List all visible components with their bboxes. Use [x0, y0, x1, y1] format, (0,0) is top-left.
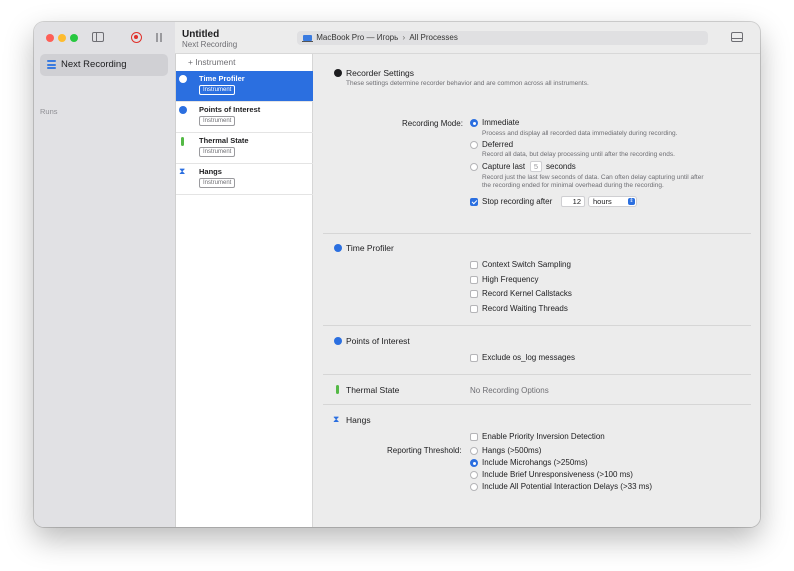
radio-hangs-500ms[interactable]	[470, 447, 478, 455]
exclude-os-log-label[interactable]: Exclude os_log messages	[482, 353, 575, 362]
laptop-icon	[302, 35, 313, 42]
minimize-window-button[interactable]	[58, 34, 66, 42]
hangs-500ms-label[interactable]: Hangs (>500ms)	[482, 446, 541, 455]
instrument-name: Thermal State	[199, 136, 249, 145]
sidebar-toggle-icon[interactable]	[92, 32, 104, 42]
immediate-label[interactable]: Immediate	[482, 118, 519, 127]
microhangs-250ms-label[interactable]: Include Microhangs (>250ms)	[482, 458, 588, 467]
target-process[interactable]: All Processes	[409, 33, 457, 42]
chevron-right-icon: ›	[402, 33, 406, 42]
instrument-name: Points of Interest	[199, 105, 261, 114]
all-interaction-delays-label[interactable]: Include All Potential Interaction Delays…	[482, 482, 652, 491]
stop-recording-after-checkbox[interactable]	[470, 198, 478, 206]
document-title: Untitled	[182, 29, 220, 40]
add-instrument-button[interactable]: + Instrument	[188, 57, 235, 67]
target-selector[interactable]: MacBook Pro — Игорь › All Processes	[297, 31, 708, 45]
brief-unresponsiveness-label[interactable]: Include Brief Unresponsiveness (>100 ms)	[482, 470, 633, 479]
time-profiler-icon	[334, 244, 342, 252]
instrument-name: Hangs	[199, 167, 222, 176]
instrument-tag: Instrument	[199, 178, 236, 188]
thermal-state-title: Thermal State	[346, 385, 400, 395]
settings-panel: Recorder Settings These settings determi…	[313, 54, 760, 527]
updown-chevron-icon: ⇕	[628, 198, 635, 205]
capture-last-unit: seconds	[546, 162, 576, 171]
radio-immediate[interactable]	[470, 119, 478, 127]
radio-microhangs-250ms[interactable]	[470, 459, 478, 467]
recorder-settings-title: Recorder Settings	[346, 68, 415, 78]
hourglass-icon: ⧗	[179, 166, 186, 176]
thermometer-icon	[181, 137, 184, 146]
close-window-button[interactable]	[46, 34, 54, 42]
capture-last-description-2: the recording ended for minimal overhead…	[482, 182, 664, 189]
instrument-row-thermal-state[interactable]: Thermal State Instrument	[176, 133, 313, 164]
radio-all-interaction-delays[interactable]	[470, 483, 478, 491]
record-button[interactable]	[131, 32, 142, 43]
instrument-row-points-of-interest[interactable]: Points of Interest Instrument	[176, 102, 313, 133]
target-device[interactable]: MacBook Pro — Игорь	[316, 33, 398, 42]
list-icon	[47, 60, 56, 69]
instrument-name: Time Profiler	[199, 74, 245, 83]
recording-mode-label: Recording Mode:	[402, 119, 463, 128]
record-kernel-callstacks-checkbox[interactable]	[470, 290, 478, 298]
no-recording-options: No Recording Options	[470, 386, 549, 395]
deferred-description: Record all data, but delay processing un…	[482, 151, 675, 158]
high-frequency-label[interactable]: High Frequency	[482, 275, 538, 284]
deferred-label[interactable]: Deferred	[482, 140, 513, 149]
points-of-interest-title: Points of Interest	[346, 336, 410, 346]
sidebar-item-next-recording[interactable]: Next Recording	[40, 54, 168, 76]
context-switch-sampling-label[interactable]: Context Switch Sampling	[482, 260, 571, 269]
priority-inversion-label[interactable]: Enable Priority Inversion Detection	[482, 432, 605, 441]
pause-button[interactable]	[155, 33, 163, 42]
document-subtitle: Next Recording	[182, 40, 238, 49]
instrument-row-hangs[interactable]: ⧗ Hangs Instrument	[176, 164, 313, 195]
instrument-tag: Instrument	[199, 85, 236, 95]
sidebar-item-label: Next Recording	[61, 59, 127, 70]
capture-last-seconds-field[interactable]: 5	[530, 161, 542, 172]
recorder-settings-description: These settings determine recorder behavi…	[346, 80, 589, 87]
sidebar: Next Recording Runs	[34, 54, 175, 527]
title-bar: Untitled Next Recording MacBook Pro — Иг…	[34, 22, 760, 54]
instrument-tag: Instrument	[199, 147, 236, 157]
hourglass-icon: ⧗	[333, 414, 340, 424]
stop-after-unit-popup[interactable]: hours ⇕	[588, 196, 637, 207]
exclude-os-log-checkbox[interactable]	[470, 354, 478, 362]
time-profiler-icon	[179, 75, 187, 83]
instrument-list: + Instrument Time Profiler Instrument Po…	[175, 54, 313, 527]
radio-deferred[interactable]	[470, 141, 478, 149]
zoom-window-button[interactable]	[70, 34, 78, 42]
priority-inversion-checkbox[interactable]	[470, 433, 478, 441]
recorder-icon	[334, 69, 342, 77]
stop-recording-after-label[interactable]: Stop recording after	[482, 197, 552, 206]
points-of-interest-icon	[179, 106, 187, 114]
time-profiler-title: Time Profiler	[346, 243, 394, 253]
points-of-interest-icon	[334, 337, 342, 345]
inspector-toggle-icon[interactable]	[731, 32, 743, 42]
stop-after-unit: hours	[593, 197, 612, 206]
runs-heading: Runs	[40, 107, 58, 116]
record-kernel-callstacks-label[interactable]: Record Kernel Callstacks	[482, 289, 572, 298]
radio-brief-unresponsiveness[interactable]	[470, 471, 478, 479]
record-waiting-threads-label[interactable]: Record Waiting Threads	[482, 304, 568, 313]
stop-after-hours-field[interactable]: 12	[561, 196, 585, 207]
instruments-window: Untitled Next Recording MacBook Pro — Иг…	[34, 22, 760, 527]
reporting-threshold-label: Reporting Threshold:	[387, 446, 462, 455]
instrument-row-time-profiler[interactable]: Time Profiler Instrument	[176, 71, 313, 102]
instrument-tag: Instrument	[199, 116, 236, 126]
record-waiting-threads-checkbox[interactable]	[470, 305, 478, 313]
radio-capture-last[interactable]	[470, 163, 478, 171]
hangs-title: Hangs	[346, 415, 371, 425]
capture-last-description-1: Record just the last few seconds of data…	[482, 174, 704, 181]
high-frequency-checkbox[interactable]	[470, 276, 478, 284]
context-switch-sampling-checkbox[interactable]	[470, 261, 478, 269]
thermometer-icon	[336, 385, 339, 394]
capture-last-label[interactable]: Capture last	[482, 162, 525, 171]
immediate-description: Process and display all recorded data im…	[482, 130, 678, 137]
